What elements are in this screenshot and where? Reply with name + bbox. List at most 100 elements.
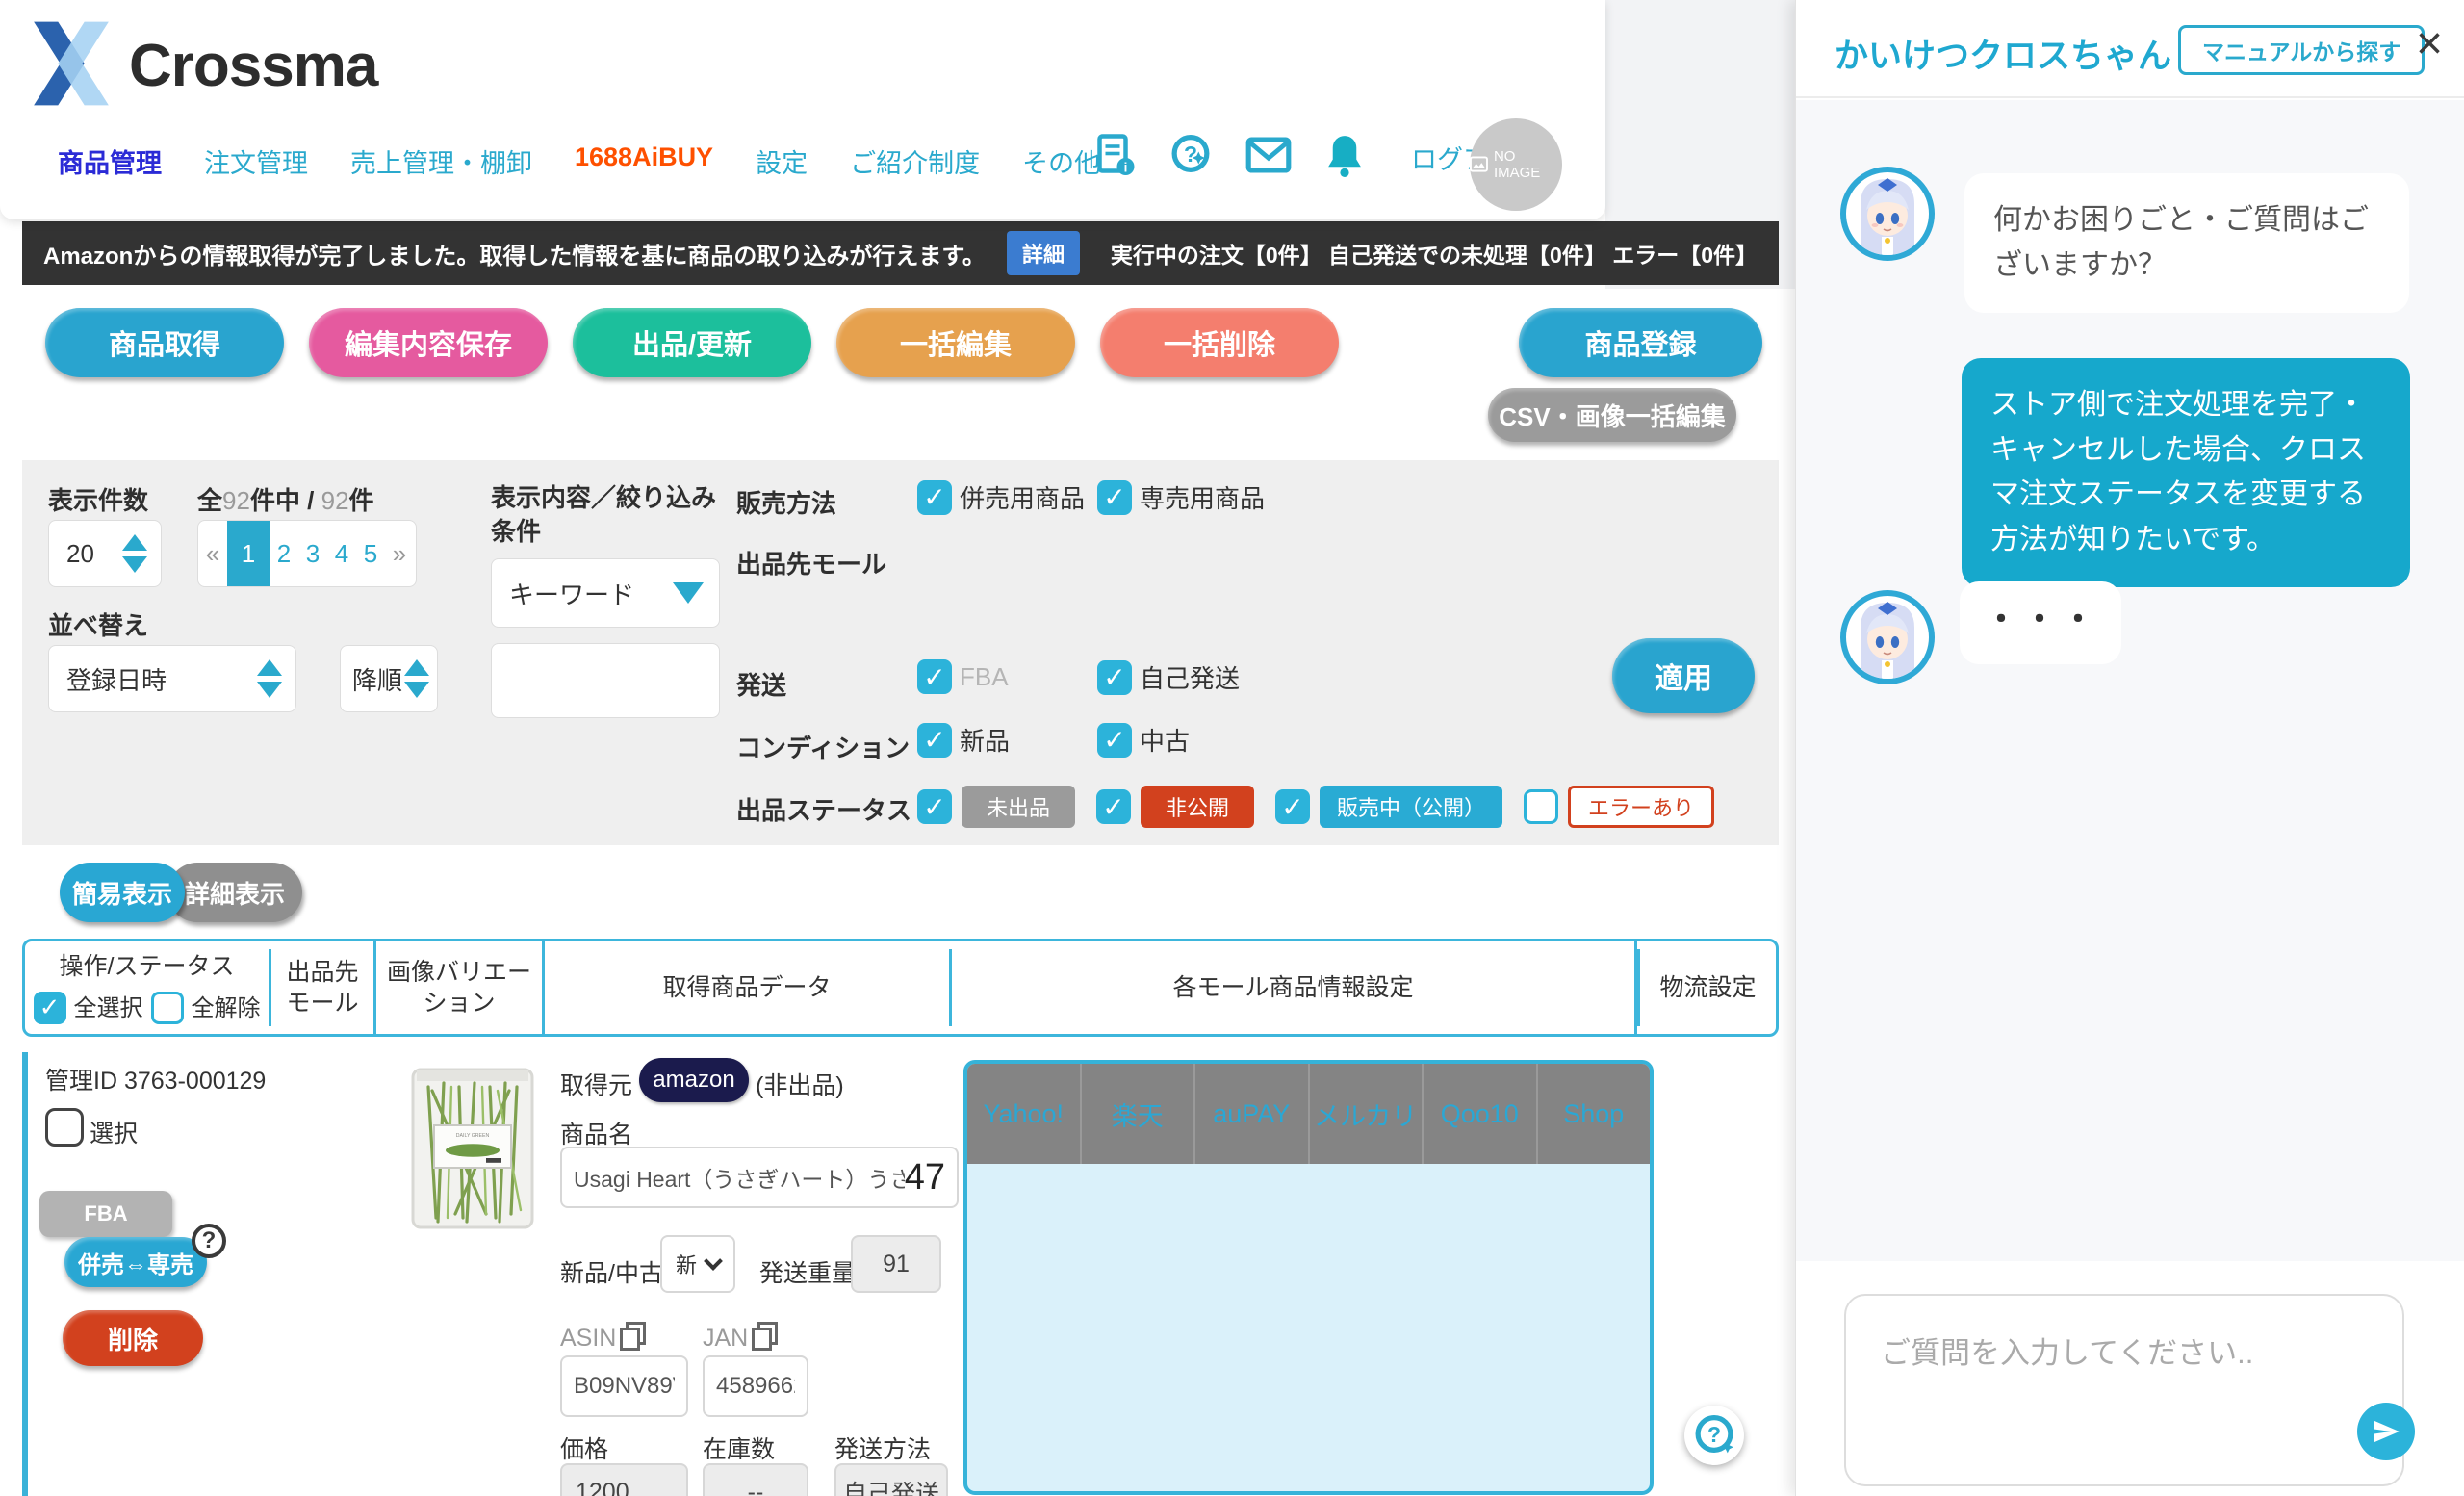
nav-referral[interactable]: ご紹介制度 xyxy=(850,142,980,180)
csv-image-bulk-edit-button[interactable]: CSV・画像一括編集 xyxy=(1488,388,1736,442)
checkbox-new[interactable] xyxy=(917,723,952,758)
product-name-value: Usagi Heart（うさぎハート）うさ xyxy=(574,1161,905,1194)
tab-yahoo[interactable]: Yahoo! xyxy=(967,1064,1082,1164)
nav-order-management[interactable]: 注文管理 xyxy=(204,142,308,180)
send-plane-icon xyxy=(2372,1417,2400,1446)
user-avatar-no-image[interactable]: NO IMAGE xyxy=(1470,118,1562,211)
checkbox-private[interactable] xyxy=(1096,789,1131,824)
nav-settings[interactable]: 設定 xyxy=(756,142,808,180)
checkbox-combined-sale[interactable] xyxy=(917,480,952,515)
order-arrows-icon[interactable] xyxy=(404,659,437,698)
dropdown-triangle-icon xyxy=(673,582,704,604)
detail-button[interactable]: 詳細 xyxy=(1007,231,1080,275)
mail-icon[interactable] xyxy=(1245,135,1292,180)
column-mall: 出品先モール xyxy=(271,941,376,1034)
tab-qoo10[interactable]: Qoo10 xyxy=(1424,1064,1538,1164)
condition-label: 新品/中古 xyxy=(560,1254,663,1289)
page-5[interactable]: 5 xyxy=(356,539,385,569)
checkbox-selling[interactable] xyxy=(1275,789,1310,824)
user-message-bubble: ストア側で注文処理を完了・キャンセルした場合、クロスマ注文ステータスを変更する方… xyxy=(1962,358,2410,587)
chat-question-input[interactable] xyxy=(1844,1294,2404,1486)
asin-input[interactable]: B09NV89V xyxy=(560,1355,688,1417)
save-edits-button[interactable]: 編集内容保存 xyxy=(309,308,548,377)
checkbox-self-shipping[interactable] xyxy=(1097,660,1132,695)
total-count-text: 全92件中 / 92件 xyxy=(197,481,374,517)
nav-product-management[interactable]: 商品管理 xyxy=(58,142,162,180)
row-select-label: 選択 xyxy=(90,1115,138,1149)
product-name-label: 商品名 xyxy=(560,1116,632,1150)
typing-indicator: ・・・ xyxy=(1960,581,2121,664)
display-count-label: 表示件数 xyxy=(48,481,148,517)
bell-icon[interactable] xyxy=(1324,133,1365,182)
page-4[interactable]: 4 xyxy=(327,539,356,569)
condition-select[interactable]: 新 xyxy=(660,1235,735,1293)
sort-order-select[interactable]: 降順 xyxy=(340,645,438,712)
checkbox-unlisted[interactable] xyxy=(917,789,952,824)
display-count-stepper[interactable]: 20 xyxy=(48,520,162,587)
jan-label: JAN xyxy=(703,1325,748,1353)
svg-text:?: ? xyxy=(1184,142,1197,167)
stepper-arrows-icon[interactable] xyxy=(122,534,161,573)
apply-button[interactable]: 適用 xyxy=(1612,638,1755,713)
page-prev[interactable]: « xyxy=(198,539,227,569)
floating-help-button[interactable]: ? xyxy=(1684,1406,1744,1465)
shipping-method-box: 自己発送 xyxy=(834,1463,948,1496)
sort-arrows-icon[interactable] xyxy=(257,659,295,698)
svg-text:DAILY GREEN: DAILY GREEN xyxy=(456,1133,490,1139)
jan-input[interactable]: 45896628 xyxy=(703,1355,808,1417)
page-next[interactable]: » xyxy=(385,539,414,569)
condition-filter-label: コンディション xyxy=(736,729,910,764)
bulk-edit-button[interactable]: 一括編集 xyxy=(836,308,1075,377)
keyword-input[interactable] xyxy=(491,643,720,718)
sort-field-select[interactable]: 登録日時 xyxy=(48,645,296,712)
tab-aupay[interactable]: auPAY xyxy=(1195,1064,1310,1164)
nav-others[interactable]: その他 xyxy=(1022,142,1100,180)
toggle-help-icon[interactable]: ? xyxy=(192,1224,226,1258)
mall-filter-label: 出品先モール xyxy=(736,545,886,580)
deselect-all-label: 全解除 xyxy=(192,993,261,1023)
checkbox-fba[interactable] xyxy=(917,659,952,694)
tab-mercari[interactable]: メルカリ xyxy=(1310,1064,1424,1164)
combined-exclusive-toggle-button[interactable]: 併売⇔専売 xyxy=(64,1237,207,1287)
checkbox-used[interactable] xyxy=(1097,723,1132,758)
simple-view-button[interactable]: 簡易表示 xyxy=(60,863,185,922)
send-button[interactable] xyxy=(2357,1403,2415,1460)
manual-search-button[interactable]: マニュアルから探す xyxy=(2178,25,2425,75)
badge-private: 非公開 xyxy=(1141,786,1254,828)
page-1-active[interactable]: 1 xyxy=(227,521,270,586)
bulk-delete-button[interactable]: 一括削除 xyxy=(1100,308,1339,377)
checkbox-exclusive-sale[interactable] xyxy=(1097,480,1132,515)
help-icon[interactable]: ? xyxy=(1168,133,1213,182)
operations-header-label: 操作/ステータス xyxy=(60,951,235,983)
row-select-checkbox[interactable] xyxy=(45,1108,84,1147)
select-all-checkbox[interactable] xyxy=(34,992,66,1024)
page-2[interactable]: 2 xyxy=(270,539,298,569)
keyword-select[interactable]: キーワード xyxy=(491,558,720,628)
pagination: « 1 2 3 4 5 » xyxy=(197,520,417,587)
jan-copy-icon[interactable] xyxy=(752,1322,775,1347)
detail-view-button[interactable]: 詳細表示 xyxy=(167,863,302,922)
fetch-products-button[interactable]: 商品取得 xyxy=(45,308,284,377)
nav-sales-management[interactable]: 売上管理・棚卸 xyxy=(350,142,532,180)
tab-shop[interactable]: Shop xyxy=(1538,1064,1651,1164)
select-all-label: 全選択 xyxy=(74,993,143,1023)
register-product-button[interactable]: 商品登録 xyxy=(1519,308,1762,377)
page-3[interactable]: 3 xyxy=(298,539,327,569)
close-icon[interactable]: × xyxy=(2416,21,2443,67)
checkbox-has-error[interactable] xyxy=(1524,789,1558,824)
filter-panel: 表示件数 20 全92件中 / 92件 « 1 2 3 4 5 » 並べ替え 登… xyxy=(22,460,1779,845)
nav-1688aibuy[interactable]: 1688AiBUY xyxy=(575,142,713,180)
asin-copy-icon[interactable] xyxy=(620,1322,643,1347)
delete-product-button[interactable]: 削除 xyxy=(63,1310,203,1366)
notification-message: Amazonからの情報取得が完了しました。取得した情報を基に商品の取り込みが行え… xyxy=(43,237,986,271)
news-document-icon[interactable]: i xyxy=(1095,133,1136,182)
notification-bar: Amazonからの情報取得が完了しました。取得した情報を基に商品の取り込みが行え… xyxy=(22,221,1779,285)
product-name-input[interactable]: Usagi Heart（うさぎハート）うさ 47 xyxy=(560,1147,959,1208)
publish-update-button[interactable]: 出品/更新 xyxy=(573,308,811,377)
main-nav: 商品管理 注文管理 売上管理・棚卸 1688AiBUY 設定 ご紹介制度 その他 xyxy=(58,142,1100,180)
deselect-all-checkbox[interactable] xyxy=(151,992,184,1024)
tab-rakuten[interactable]: 楽天 xyxy=(1082,1064,1196,1164)
chat-panel: かいけつクロスちゃん マニュアルから探す × xyxy=(1795,0,2464,1496)
column-image-variation: 画像バリエーション xyxy=(376,941,545,1034)
column-mall-settings: 各モール商品情報設定 xyxy=(952,941,1637,1034)
